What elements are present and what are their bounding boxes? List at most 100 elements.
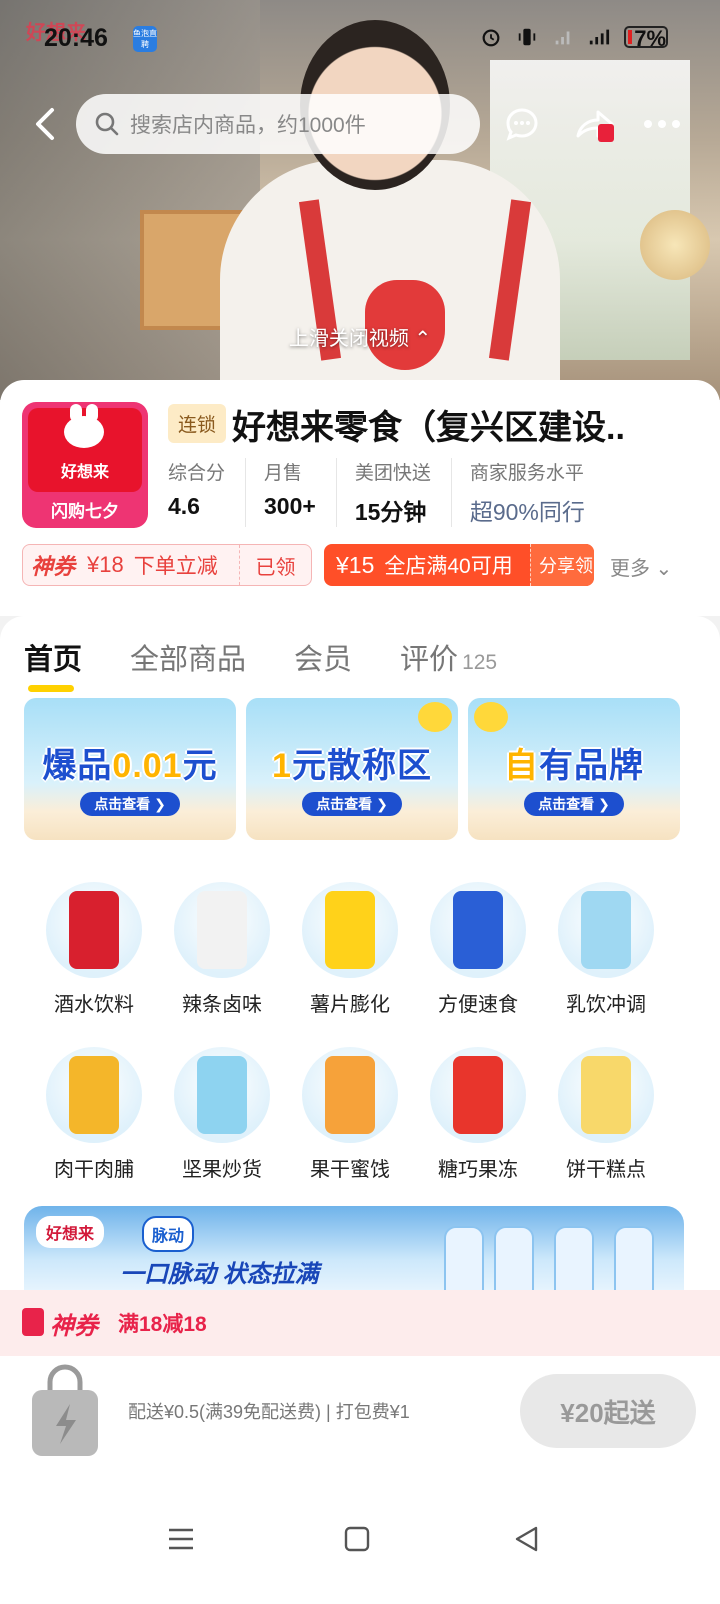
shop-coupon[interactable]: ¥15 全店满40可用 分享领 xyxy=(324,544,594,586)
tab-home[interactable]: 首页 xyxy=(24,636,83,692)
category-label: 方便速食 xyxy=(438,994,518,1016)
stat-value: 300+ xyxy=(264,493,316,519)
store-logo[interactable]: 好想来 闪购七夕 xyxy=(22,402,148,528)
status-bar: 好想来 20:46 鱼泡直聘 7% xyxy=(0,18,720,62)
alarm-icon xyxy=(482,29,500,47)
close-video-hint[interactable]: 上滑关闭视频 ⌃ xyxy=(0,322,720,351)
product-package-icon xyxy=(581,1056,631,1134)
category-image xyxy=(46,1047,142,1143)
bottle-icon xyxy=(494,1226,534,1296)
vibrate-icon xyxy=(518,28,536,46)
tab-label: 全部商品 xyxy=(130,644,247,676)
stat-label: 综合分 xyxy=(168,463,226,484)
category-item[interactable]: 糖巧果冻 xyxy=(414,1047,542,1182)
category-grid: 酒水饮料 辣条卤味 薯片膨化 方便速食 乳饮冲调肉干肉脯 坚果炒货 果干蜜饯 糖巧果冻 饼干糕点 xyxy=(24,882,684,1182)
back-triangle-icon[interactable] xyxy=(512,1524,542,1554)
god-coupon-bar[interactable]: 神券 满18减18 xyxy=(0,1290,720,1356)
banner-bulk-snacks[interactable]: 1元散称区 点击查看 ❯ xyxy=(246,698,458,840)
category-grid-card: 酒水饮料 辣条卤味 薯片膨化 方便速食 乳饮冲调肉干肉脯 坚果炒货 果干蜜饯 糖巧果冻 饼干糕点 xyxy=(24,856,684,1190)
stat-label: 美团快送 xyxy=(354,463,431,484)
menu-icon[interactable] xyxy=(166,1524,196,1554)
search-icon xyxy=(95,112,119,136)
signal-icon-2 xyxy=(589,29,610,45)
stat-value: 4.6 xyxy=(168,493,200,519)
system-navigation-bar xyxy=(0,1476,720,1604)
share-claim-button[interactable]: 分享领 xyxy=(530,544,594,586)
banner-title-highlight: 自 xyxy=(504,747,539,785)
banner-title: 1元散称区 xyxy=(246,738,458,787)
stat-rating[interactable]: 综合分 4.6 xyxy=(168,458,247,527)
shopping-bag-icon[interactable] xyxy=(26,1362,104,1460)
category-item[interactable]: 薯片膨化 xyxy=(286,882,414,1017)
more-coupons-button[interactable]: 更多 ⌄ xyxy=(610,552,672,581)
more-dots-icon xyxy=(644,120,680,128)
category-item[interactable]: 坚果炒货 xyxy=(158,1047,286,1182)
tab-label: 首页 xyxy=(24,644,83,676)
category-image xyxy=(558,1047,654,1143)
category-item[interactable]: 辣条卤味 xyxy=(158,882,286,1017)
product-package-icon xyxy=(581,891,631,969)
banner-view-button[interactable]: 点击查看 ❯ xyxy=(80,792,180,816)
maidong-promo-banner[interactable]: 好想来 脉动 一口脉动 状态拉满 xyxy=(24,1206,684,1296)
banner-own-brand[interactable]: 自有品牌 点击查看 ❯ xyxy=(468,698,680,840)
store-tabs: 首页 全部商品 会员 评价 125 xyxy=(24,636,497,692)
store-name[interactable]: 好想来零食（复兴区建设.. xyxy=(232,400,672,449)
banner-view-button[interactable]: 点击查看 ❯ xyxy=(302,792,402,816)
category-image xyxy=(302,1047,398,1143)
category-item[interactable]: 果干蜜饯 xyxy=(286,1047,414,1182)
god-coupon-desc: 下单立减 xyxy=(133,555,218,578)
duck-icon xyxy=(418,702,452,732)
tab-label: 会员 xyxy=(294,644,353,676)
category-label: 薯片膨化 xyxy=(310,994,390,1016)
chain-badge: 连锁 xyxy=(168,404,227,443)
stat-label: 商家服务水平 xyxy=(469,463,584,484)
product-package-icon xyxy=(197,1056,247,1134)
home-icon[interactable] xyxy=(342,1524,372,1554)
category-image xyxy=(174,1047,270,1143)
category-label: 糖巧果冻 xyxy=(438,1159,518,1181)
category-item[interactable]: 饼干糕点 xyxy=(542,1047,670,1182)
share-button[interactable] xyxy=(570,100,618,148)
product-package-icon xyxy=(453,1056,503,1134)
god-coupon-bar-desc: 满18减18 xyxy=(118,1313,207,1336)
banner-view-button[interactable]: 点击查看 ❯ xyxy=(524,792,624,816)
category-label: 肉干肉脯 xyxy=(54,1159,134,1181)
tab-membership[interactable]: 会员 xyxy=(294,636,352,678)
stat-value: 15分钟 xyxy=(354,499,427,525)
promo-partner-tag: 脉动 xyxy=(142,1216,195,1252)
category-image xyxy=(302,882,398,978)
category-item[interactable]: 肉干肉脯 xyxy=(30,1047,158,1182)
shop-coupon-desc: 全店满40可用 xyxy=(384,555,513,578)
product-package-icon xyxy=(325,1056,375,1134)
video-lamp xyxy=(640,210,710,280)
search-input[interactable]: 搜索店内商品，约1000件 xyxy=(76,94,480,154)
tab-label: 评价 xyxy=(400,644,459,676)
category-label: 果干蜜饯 xyxy=(310,1159,390,1181)
banner-title-highlight: 1 xyxy=(272,747,292,785)
back-arrow-icon[interactable] xyxy=(26,102,70,146)
banner-title-highlight: 0.01 xyxy=(112,747,183,785)
category-label: 饼干糕点 xyxy=(566,1159,646,1181)
category-image xyxy=(46,882,142,978)
duck-icon xyxy=(474,702,508,732)
stat-service-level[interactable]: 商家服务水平 超90%同行 xyxy=(470,458,605,527)
store-content: 首页 全部商品 会员 评价 125 爆品0.01元 点击查看 ❯ 1元散称区 点击… xyxy=(0,616,720,1296)
store-stats: 综合分 4.6 月售 300+ 美团快送 15分钟 商家服务水平 超90%同行 xyxy=(168,458,623,527)
store-logo-subtitle: 闪购七夕 xyxy=(51,502,119,521)
message-button[interactable] xyxy=(498,100,546,148)
stat-monthly-sales: 月售 300+ xyxy=(264,458,337,527)
min-order-button[interactable]: ¥20起送 xyxy=(520,1374,696,1448)
product-package-icon xyxy=(197,891,247,969)
category-image xyxy=(430,1047,526,1143)
tab-all-products[interactable]: 全部商品 xyxy=(130,636,246,678)
more-menu-button[interactable] xyxy=(638,100,686,148)
delivery-fee-info: 配送¥0.5(满39免配送费) | 打包费¥1 xyxy=(128,1402,410,1422)
banner-hot-deal[interactable]: 爆品0.01元 点击查看 ❯ xyxy=(24,698,236,840)
category-item[interactable]: 方便速食 xyxy=(414,882,542,1017)
tab-reviews[interactable]: 评价 125 xyxy=(400,636,497,678)
bunny-logo-icon xyxy=(64,404,104,448)
god-coupon[interactable]: 神券 ¥18 下单立减 已领 xyxy=(22,544,312,586)
category-item[interactable]: 乳饮冲调 xyxy=(542,882,670,1017)
category-label: 乳饮冲调 xyxy=(566,994,646,1016)
category-item[interactable]: 酒水饮料 xyxy=(30,882,158,1017)
